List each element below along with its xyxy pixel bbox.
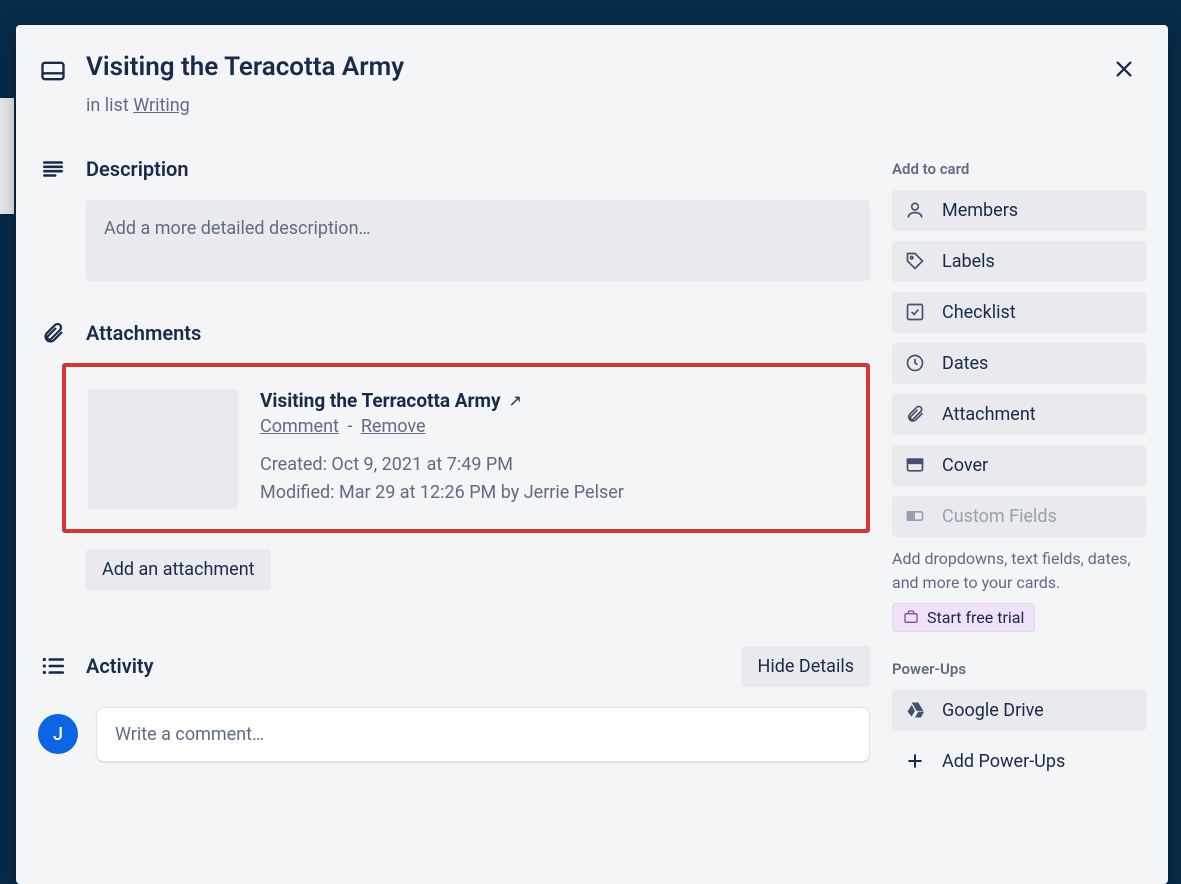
start-trial-label: Start free trial — [927, 608, 1024, 627]
add-attachment-button[interactable]: Add an attachment — [86, 549, 271, 590]
google-drive-icon — [905, 700, 925, 720]
attachment-label: Attachment — [942, 404, 1036, 425]
custom-fields-icon — [905, 506, 925, 526]
attachment-modified: Modified: Mar 29 at 12:26 PM by Jerrie P… — [260, 479, 848, 507]
card-icon — [39, 57, 67, 85]
google-drive-button[interactable]: Google Drive — [892, 690, 1146, 731]
dates-button[interactable]: Dates — [892, 343, 1146, 384]
checklist-icon — [905, 302, 925, 322]
close-button[interactable] — [1104, 49, 1144, 89]
external-link-icon: ↗ — [509, 391, 522, 410]
members-icon — [905, 200, 925, 220]
description-section: Description Add a more detailed descript… — [38, 156, 870, 281]
avatar[interactable]: J — [38, 714, 78, 754]
paperclip-icon — [905, 404, 925, 424]
cover-label: Cover — [942, 455, 988, 476]
hide-details-button[interactable]: Hide Details — [742, 646, 870, 687]
members-label: Members — [942, 200, 1018, 221]
add-powerups-button[interactable]: Add Power-Ups — [892, 741, 1146, 782]
cover-icon — [905, 455, 925, 475]
attachment-title[interactable]: Visiting the Terracotta Army — [260, 389, 501, 412]
comment-input[interactable]: Write a comment… — [96, 707, 870, 762]
description-heading: Description — [86, 157, 189, 181]
labels-label: Labels — [942, 251, 995, 272]
attachment-button[interactable]: Attachment — [892, 394, 1146, 435]
attachment-remove-link[interactable]: Remove — [361, 416, 426, 437]
start-trial-button[interactable]: Start free trial — [892, 603, 1035, 632]
close-icon — [1113, 58, 1135, 80]
attachments-section: Attachments Visiting the Terracotta Army… — [38, 321, 870, 590]
labels-button[interactable]: Labels — [892, 241, 1146, 282]
cover-button[interactable]: Cover — [892, 445, 1146, 486]
checklist-button[interactable]: Checklist — [892, 292, 1146, 333]
activity-icon — [40, 653, 66, 679]
add-to-card-heading: Add to card — [892, 160, 1146, 178]
main-column: Description Add a more detailed descript… — [38, 156, 870, 802]
custom-fields-button[interactable]: Custom Fields — [892, 496, 1146, 537]
attachment-comment-link[interactable]: Comment — [260, 416, 339, 437]
activity-heading: Activity — [86, 654, 154, 678]
description-input[interactable]: Add a more detailed description… — [86, 200, 870, 281]
dates-label: Dates — [942, 353, 988, 374]
in-list-text: in list Writing — [86, 95, 1112, 116]
add-powerups-label: Add Power-Ups — [942, 751, 1065, 772]
attachment-thumbnail — [88, 389, 238, 509]
attachment-created: Created: Oct 9, 2021 at 7:49 PM — [260, 451, 848, 479]
in-list-prefix: in list — [86, 95, 133, 116]
description-icon — [40, 156, 66, 182]
attachments-heading: Attachments — [86, 321, 201, 345]
members-button[interactable]: Members — [892, 190, 1146, 231]
card-body: Description Add a more detailed descript… — [16, 116, 1168, 802]
card-modal: Visiting the Teracotta Army in list Writ… — [16, 25, 1168, 884]
custom-fields-label: Custom Fields — [942, 506, 1057, 527]
list-link[interactable]: Writing — [133, 95, 190, 116]
sidebar: Add to card Members Labels Checklist Dat… — [892, 156, 1146, 802]
dates-icon — [905, 353, 925, 373]
google-drive-label: Google Drive — [942, 700, 1044, 721]
powerups-heading: Power-Ups — [892, 660, 1146, 678]
card-title[interactable]: Visiting the Teracotta Army — [86, 51, 1112, 85]
custom-fields-note: Add dropdowns, text fields, dates, and m… — [892, 547, 1146, 595]
attachment-icon — [41, 321, 65, 345]
activity-section: Activity Hide Details J Write a comment… — [38, 646, 870, 762]
attachment-item[interactable]: Visiting the Terracotta Army ↗ Comment -… — [62, 363, 870, 533]
labels-icon — [905, 251, 925, 271]
checklist-label: Checklist — [942, 302, 1016, 323]
card-header: Visiting the Teracotta Army in list Writ… — [16, 25, 1168, 116]
briefcase-icon — [903, 609, 919, 625]
plus-icon — [905, 751, 925, 771]
background-stripe — [0, 98, 14, 214]
